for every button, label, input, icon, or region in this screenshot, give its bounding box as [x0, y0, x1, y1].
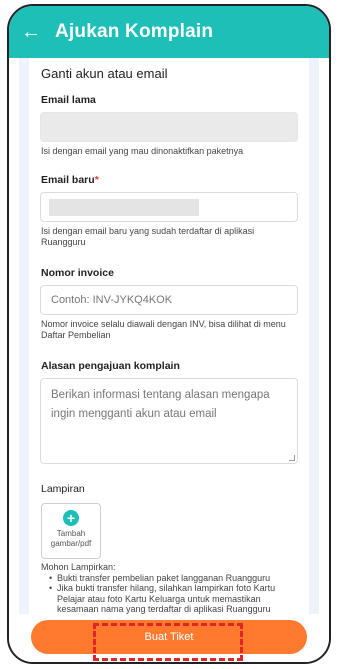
old-email-field	[40, 112, 298, 142]
complaint-form: Ganti akun atau email Email lama Isi den…	[29, 58, 309, 662]
arrow-left-icon[interactable]: ←	[21, 22, 55, 42]
plus-circle-icon: +	[63, 510, 79, 526]
upload-line-1: Tambah	[56, 529, 86, 538]
old-email-label: Email lama	[41, 94, 96, 106]
invoice-input[interactable]: Contoh: INV-JYKQ4KOK	[40, 285, 298, 315]
attachment-label: Lampiran	[41, 483, 85, 495]
new-email-help: Isi dengan email baru yang sudah terdaft…	[41, 226, 255, 247]
reason-label: Alasan pengajuan komplain	[41, 360, 180, 372]
new-email-label-text: Email baru	[41, 174, 95, 186]
reason-textarea[interactable]: Berikan informasi tentang alasan mengapa…	[40, 378, 298, 464]
upload-line-2: gambar/pdf	[50, 539, 92, 548]
invoice-help: Nomor invoice selalu diawali dengan INV,…	[41, 319, 286, 340]
required-mark: *	[94, 174, 99, 186]
new-email-field[interactable]	[40, 192, 298, 222]
create-ticket-button[interactable]: Buat Tiket	[31, 620, 307, 654]
app-bar: ← Ajukan Komplain	[9, 6, 329, 58]
add-attachment-button[interactable]: + Tambah gambar/pdf	[41, 503, 101, 559]
invoice-label: Nomor invoice	[41, 267, 114, 279]
note-item: Jika bukti transfer hilang, silahkan lam…	[49, 583, 299, 615]
reason-placeholder: Berikan informasi tentang alasan mengapa…	[51, 389, 270, 420]
new-email-value-redacted	[49, 199, 199, 216]
page-title: Ajukan Komplain	[55, 21, 214, 42]
new-email-label: Email baru*	[41, 174, 99, 186]
content-area: Ganti akun atau email Email lama Isi den…	[19, 58, 319, 662]
phone-frame: ← Ajukan Komplain Ganti akun atau email …	[7, 4, 331, 664]
resize-handle[interactable]	[289, 455, 295, 461]
old-email-help: Isi dengan email yang mau dinonaktifkan …	[41, 146, 244, 156]
notes-title: Mohon Lampirkan:	[41, 562, 116, 572]
note-item: Bukti transfer pembelian paket langganan…	[49, 573, 299, 584]
footer-bar: Buat Tiket	[9, 614, 329, 662]
attachment-notes: Mohon Lampirkan: Bukti transfer pembelia…	[41, 562, 299, 615]
section-title: Ganti akun atau email	[41, 66, 168, 81]
